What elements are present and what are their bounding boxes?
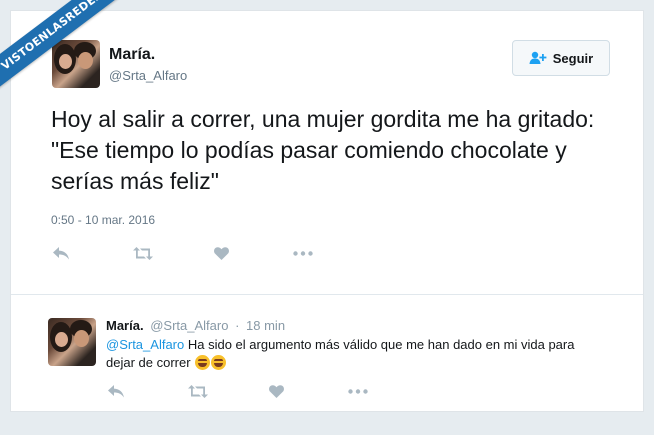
tweet-timestamp[interactable]: 0:50 - 10 mar. 2016 (51, 213, 155, 227)
more-icon[interactable] (346, 381, 370, 401)
reply-text: @Srta_Alfaro Ha sido el argumento más vá… (106, 336, 596, 372)
follow-button-label: Seguir (552, 50, 594, 66)
author-name[interactable]: María. (109, 46, 155, 64)
heart-icon[interactable] (211, 243, 231, 263)
separator: · (235, 318, 240, 333)
reply-actions (106, 381, 406, 401)
reply-mention[interactable]: @Srta_Alfaro (106, 337, 184, 352)
tweet-text: Hoy al salir a correr, una mujer gordita… (51, 106, 595, 194)
reply-icon[interactable] (51, 243, 71, 263)
follow-button[interactable]: Seguir (512, 40, 610, 76)
divider (11, 294, 643, 295)
avatar[interactable] (52, 40, 100, 88)
more-icon[interactable] (291, 243, 315, 263)
reply-avatar[interactable] (48, 318, 96, 366)
reply-author-name[interactable]: María. (106, 318, 144, 333)
retweet-icon[interactable] (186, 381, 210, 401)
tears-of-joy-emoji-icon (195, 355, 211, 370)
author-handle[interactable]: @Srta_Alfaro (109, 68, 187, 83)
add-user-icon (529, 51, 547, 64)
tweet-card: María. @Srta_Alfaro Seguir Hoy al salir … (10, 10, 644, 412)
tears-of-joy-emoji-icon (211, 355, 227, 370)
heart-icon[interactable] (266, 381, 286, 401)
tweet-actions (51, 243, 351, 263)
reply-time[interactable]: 18 min (246, 318, 285, 333)
reply-icon[interactable] (106, 381, 126, 401)
retweet-icon[interactable] (131, 243, 155, 263)
reply-header: María. @Srta_Alfaro · 18 min (106, 318, 285, 333)
reply-author-handle[interactable]: @Srta_Alfaro (150, 318, 228, 333)
